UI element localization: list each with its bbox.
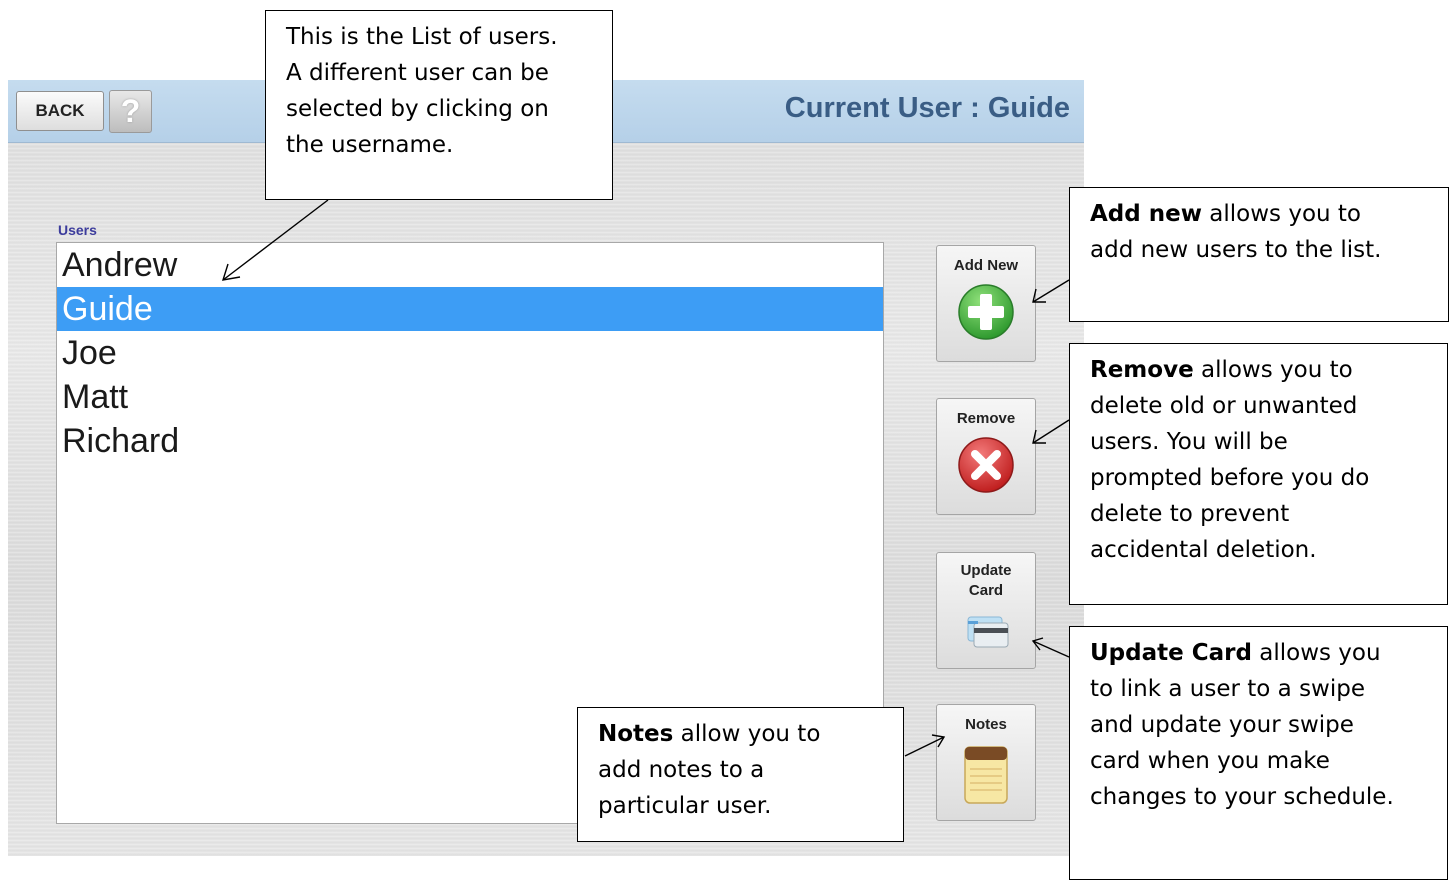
arrow-head (1031, 637, 1044, 651)
annotation-arrows (221, 199, 1070, 757)
arrow-head (931, 734, 946, 748)
arrow-to-user-list (222, 199, 329, 281)
arrow-to-remove (1032, 419, 1070, 444)
arrow-to-add-new (1032, 279, 1070, 303)
